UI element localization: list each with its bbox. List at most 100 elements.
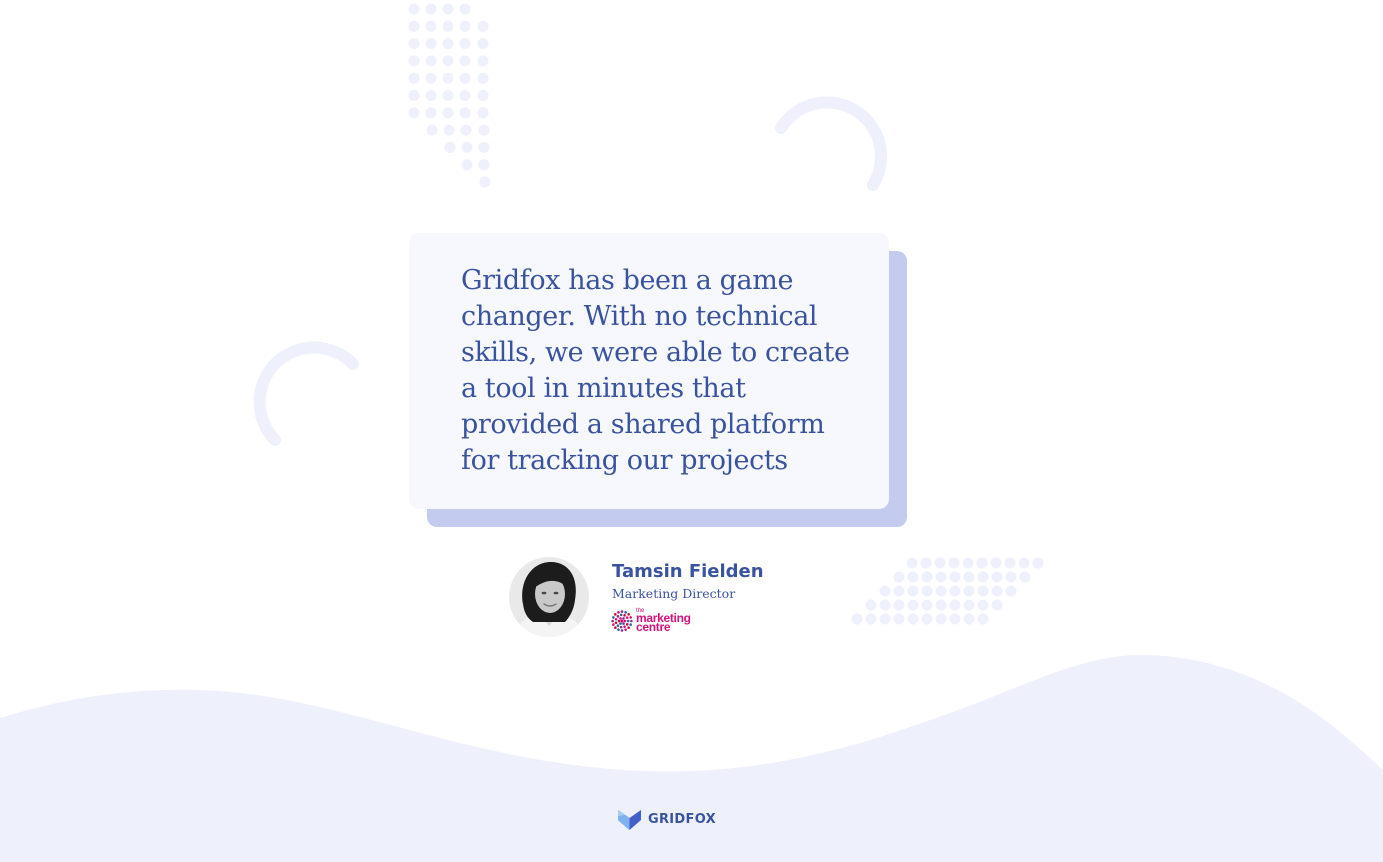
decor-dot [426,124,438,136]
decor-dot [459,55,471,67]
decor-dot [477,72,489,84]
flower-dot [624,628,627,631]
decor-dot [477,38,489,50]
flower-dot [620,610,624,613]
flower-dot [623,614,626,617]
flower-dot [617,628,620,631]
decor-dot [425,20,437,32]
decor-dot [442,55,454,67]
decor-dot [907,585,919,597]
decor-dot [935,613,947,625]
arc-left [253,341,359,446]
gridfox-brand: GRIDFOX [617,807,716,831]
decor-dot [408,107,420,119]
company-logo: the marketing centre [611,607,701,635]
decor-dot [879,599,891,611]
decor-dot [478,141,490,153]
decor-dot [990,557,1002,569]
author-block: Tamsin Fielden Marketing Director the ma… [509,556,829,640]
flower-dot [624,611,627,614]
decor-dot [907,571,919,583]
decor-dot [921,613,933,625]
decor-dot [851,613,863,625]
decor-dot [1004,557,1016,569]
author-role: Marketing Director [612,586,736,601]
decor-dot [461,141,473,153]
decor-dot [408,55,420,67]
decor-dot [907,599,919,611]
decor-dot [935,571,947,583]
decor-dot [408,90,420,101]
flower-dot [616,615,620,618]
decor-dot [477,107,489,119]
decor-dot [893,599,905,611]
decor-dot [443,124,455,136]
decor-dot [921,585,933,597]
decor-dot [461,159,473,171]
flower-dot [622,622,625,625]
author-avatar [509,557,589,637]
flower-dot [627,626,630,629]
decor-dot [921,599,933,611]
decor-dot [991,585,1003,597]
flower-dot [614,626,617,629]
flower-dot [616,624,620,627]
decor-dot [976,557,988,569]
flower-center [620,619,624,623]
decor-dot [879,613,891,625]
decor-dot [444,141,456,153]
decor-dot [948,557,960,569]
decor-dot [408,20,420,32]
decor-dot [949,613,961,625]
flower-dot [619,622,622,625]
decor-dot [962,557,974,569]
decor-dot [963,571,975,583]
decor-dot [963,585,975,597]
flower-dot [614,617,618,621]
flower-dot [611,619,614,623]
flower-dot [612,623,615,626]
dot-pattern-bottom-right [851,557,1044,625]
decor-dot [442,38,454,50]
decor-dot [477,55,489,67]
flower-dot [619,613,623,617]
decor-dot [459,3,471,15]
decor-dot [949,585,961,597]
decor-dot [934,557,946,569]
flower-dot [619,625,623,629]
decor-dot [478,159,490,171]
flower-dot [622,617,625,620]
flower-dot [629,623,632,626]
decor-dot [442,90,454,101]
decor-dot [935,599,947,611]
arc-top [775,96,888,191]
decor-dot [442,20,454,32]
flower-dot [629,616,632,619]
flower-dot [627,613,630,616]
decor-dot [408,3,420,15]
decor-dot [963,599,975,611]
decor-dot [459,38,471,50]
decor-dot [977,599,989,611]
decor-dot [479,176,491,188]
flower-dot [626,619,630,623]
decor-dot [893,613,905,625]
flower-dot [625,623,629,626]
decor-dot [442,107,454,119]
decor-dot [949,599,961,611]
brand-name: GRIDFOX [648,811,716,827]
decor-dot [425,72,437,84]
decor-dot [893,585,905,597]
decor-dot [425,55,437,67]
dot-pattern-top-left [408,3,491,188]
decor-dot [425,90,437,101]
quote-text: Gridfox has been a game changer. With no… [461,265,850,476]
decor-dot [460,124,472,136]
flower-dot [612,616,615,619]
decor-dot [459,107,471,119]
decor-dot [977,571,989,583]
decor-dot [1005,571,1017,583]
decor-dot [977,585,989,597]
decor-dot [963,613,975,625]
testimonial-page: Gridfox has been a game changer. With no… [0,0,1383,862]
